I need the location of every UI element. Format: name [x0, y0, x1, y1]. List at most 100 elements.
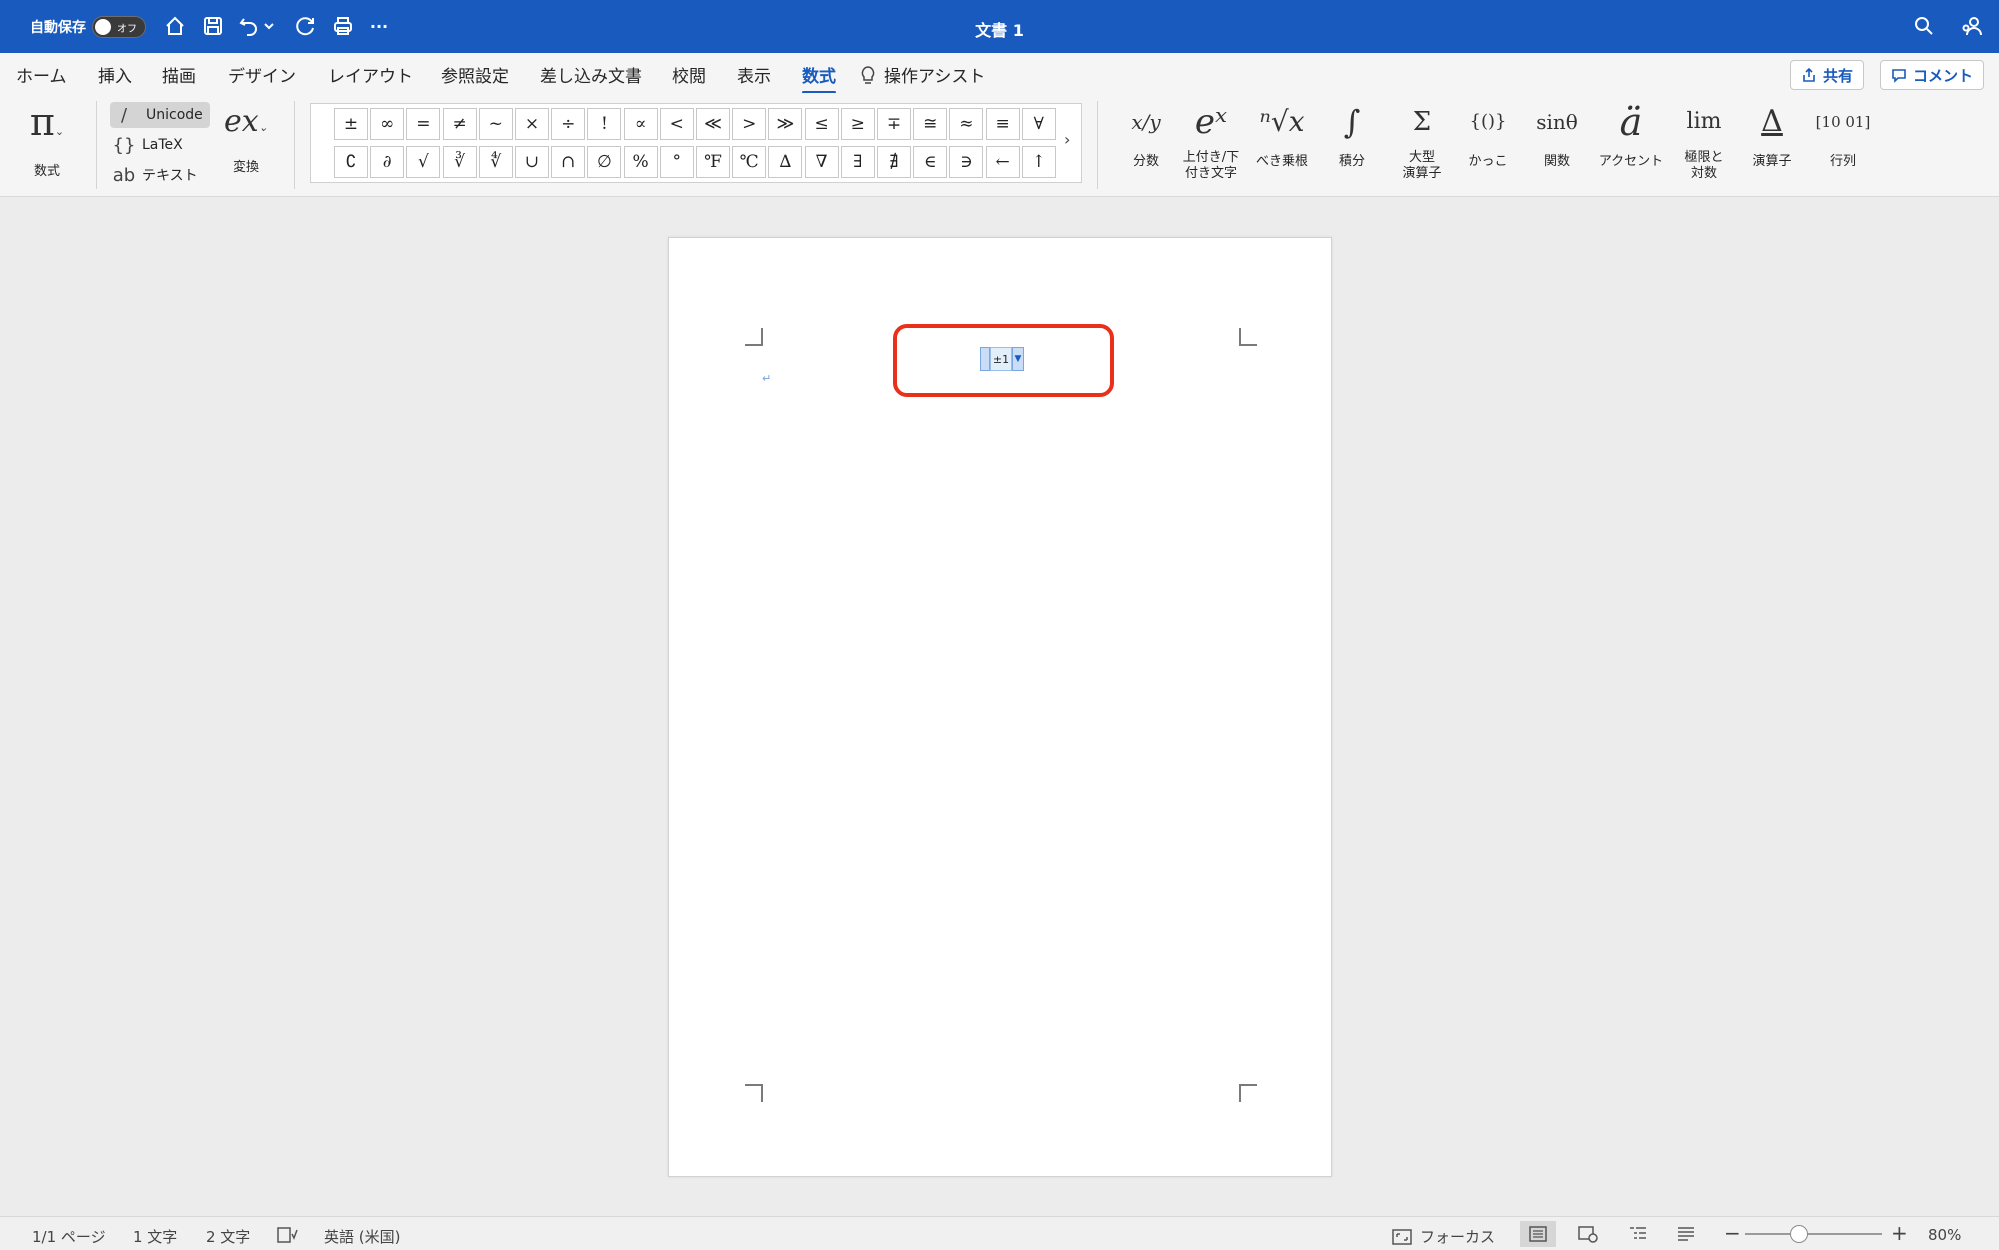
symbol-button[interactable]: √: [406, 146, 441, 178]
proofing-icon[interactable]: [276, 1226, 298, 1248]
page-count[interactable]: 1/1 ページ: [32, 1226, 106, 1247]
symbol-button[interactable]: ≠: [442, 108, 477, 140]
char-count[interactable]: 2 文字: [206, 1226, 250, 1247]
symbol-button[interactable]: ↑: [1021, 146, 1056, 178]
symbol-button[interactable]: ∋: [949, 146, 984, 178]
symbol-button[interactable]: ~: [478, 108, 513, 140]
zoom-slider-track[interactable]: [1745, 1233, 1882, 1235]
symbol-button[interactable]: ←: [985, 146, 1020, 178]
symbol-button[interactable]: ∞: [370, 108, 405, 140]
fraction-button[interactable]: x/y 分数: [1118, 100, 1174, 169]
tab-design[interactable]: デザイン: [228, 62, 296, 87]
symbol-button[interactable]: ×: [515, 108, 549, 140]
symbol-button[interactable]: ∈: [913, 146, 948, 178]
limit-log-button[interactable]: lim 極限と 対数: [1676, 100, 1732, 182]
tab-equation[interactable]: 数式: [802, 62, 836, 94]
operator-button[interactable]: Δ 演算子: [1744, 100, 1800, 169]
web-layout-view-button[interactable]: [1570, 1221, 1606, 1247]
account-icon[interactable]: [1958, 13, 1984, 39]
symbol-button[interactable]: <: [659, 108, 694, 140]
symbol-button[interactable]: ℃: [732, 146, 767, 178]
function-button[interactable]: sinθ 関数: [1526, 100, 1588, 169]
divider: [294, 101, 295, 189]
zoom-in-button[interactable]: +: [1891, 1221, 1908, 1245]
symbol-button[interactable]: ∓: [877, 108, 911, 140]
integral-button[interactable]: ∫ 積分: [1324, 100, 1380, 169]
symbol-button[interactable]: ∇: [804, 146, 839, 178]
symbol-button[interactable]: ≫: [768, 108, 803, 140]
large-operator-label: 大型: [1408, 150, 1435, 165]
outline-view-button[interactable]: [1620, 1221, 1656, 1247]
document-title: 文書 1: [975, 21, 1024, 40]
gallery-more-button[interactable]: ›: [1064, 130, 1070, 149]
zoom-level[interactable]: 80%: [1928, 1226, 1961, 1244]
tab-draw[interactable]: 描画: [162, 62, 196, 87]
symbol-button[interactable]: ∁: [334, 146, 368, 178]
symbol-button[interactable]: ∛: [442, 146, 477, 178]
tab-view[interactable]: 表示: [737, 62, 771, 87]
focus-button[interactable]: フォーカス: [1392, 1226, 1495, 1247]
search-icon[interactable]: [1911, 13, 1937, 39]
tab-layout[interactable]: レイアウト: [328, 62, 413, 87]
matrix-button[interactable]: [10 01] 行列: [1812, 100, 1874, 169]
tab-tell-me[interactable]: 操作アシスト: [860, 62, 985, 87]
symbol-button[interactable]: ÷: [551, 108, 586, 140]
symbol-button[interactable]: ∜: [478, 146, 513, 178]
draft-view-button[interactable]: [1668, 1221, 1704, 1247]
symbol-button[interactable]: ∝: [623, 108, 658, 140]
script-icon: eˣ: [1194, 102, 1228, 142]
symbol-button[interactable]: ∄: [877, 146, 911, 178]
symbol-button[interactable]: ≤: [804, 108, 839, 140]
symbol-button[interactable]: ∂: [370, 146, 405, 178]
share-button[interactable]: 共有: [1790, 60, 1865, 90]
tab-home[interactable]: ホーム: [16, 62, 67, 87]
script-button[interactable]: eˣ 上付き/下 付き文字: [1180, 100, 1242, 182]
status-bar: 1/1 ページ 1 文字 2 文字 英語 (米国) フォーカス − + 80%: [0, 1216, 1999, 1250]
symbol-button[interactable]: ∩: [551, 146, 586, 178]
tab-references[interactable]: 参照設定: [441, 62, 509, 87]
symbol-button[interactable]: ≡: [985, 108, 1020, 140]
symbol-button[interactable]: >: [732, 108, 767, 140]
radical-button[interactable]: ⁿ√x べき乗根: [1250, 100, 1314, 169]
accent-button[interactable]: ä アクセント: [1596, 100, 1666, 169]
tab-mailings[interactable]: 差し込み文書: [540, 62, 642, 87]
convert-button[interactable]: ex⌄ 変換: [214, 100, 278, 175]
large-operator-button[interactable]: Σ 大型 演算子: [1394, 100, 1450, 182]
language[interactable]: 英語 (米国): [324, 1226, 400, 1247]
comment-icon: [1892, 69, 1906, 83]
comment-button[interactable]: コメント: [1880, 60, 1985, 90]
symbol-button[interactable]: ∪: [515, 146, 549, 178]
symbol-button[interactable]: =: [406, 108, 441, 140]
symbol-button[interactable]: ∅: [587, 146, 622, 178]
convert-icon: ex⌄: [224, 104, 268, 139]
insert-equation-button[interactable]: π⌄ 数式: [18, 100, 76, 179]
symbol-button[interactable]: !: [587, 108, 622, 140]
mode-text-label: テキスト: [142, 168, 198, 184]
print-layout-view-button[interactable]: [1520, 1221, 1556, 1247]
script-label: 上付き/下: [1182, 150, 1240, 165]
symbol-button[interactable]: °: [659, 146, 694, 178]
word-count[interactable]: 1 文字: [133, 1226, 177, 1247]
mode-unicode[interactable]: / Unicode: [110, 102, 210, 128]
tab-insert[interactable]: 挿入: [98, 62, 132, 87]
mode-latex[interactable]: {} LaTeX: [110, 132, 210, 158]
symbol-button[interactable]: %: [623, 146, 658, 178]
zoom-out-button[interactable]: −: [1724, 1221, 1741, 1245]
tab-review[interactable]: 校閲: [672, 62, 706, 87]
bracket-button[interactable]: {()} かっこ: [1460, 100, 1516, 169]
accent-icon: ä: [1619, 100, 1643, 144]
margin-corner-top-right: [1239, 328, 1257, 346]
zoom-slider-knob[interactable]: [1790, 1225, 1808, 1243]
outline-icon: [1630, 1227, 1646, 1239]
symbol-button[interactable]: ∀: [1021, 108, 1056, 140]
symbol-button[interactable]: ≥: [840, 108, 875, 140]
mode-text[interactable]: ab テキスト: [110, 162, 210, 188]
symbol-button[interactable]: ≈: [949, 108, 984, 140]
symbol-button[interactable]: ℉: [696, 146, 730, 178]
symbol-button[interactable]: ±: [334, 108, 368, 140]
symbol-button[interactable]: ∆: [768, 146, 803, 178]
bracket-label: かっこ: [1468, 154, 1508, 169]
symbol-button[interactable]: ∃: [840, 146, 875, 178]
symbol-button[interactable]: ≅: [913, 108, 948, 140]
symbol-button[interactable]: ≪: [696, 108, 730, 140]
